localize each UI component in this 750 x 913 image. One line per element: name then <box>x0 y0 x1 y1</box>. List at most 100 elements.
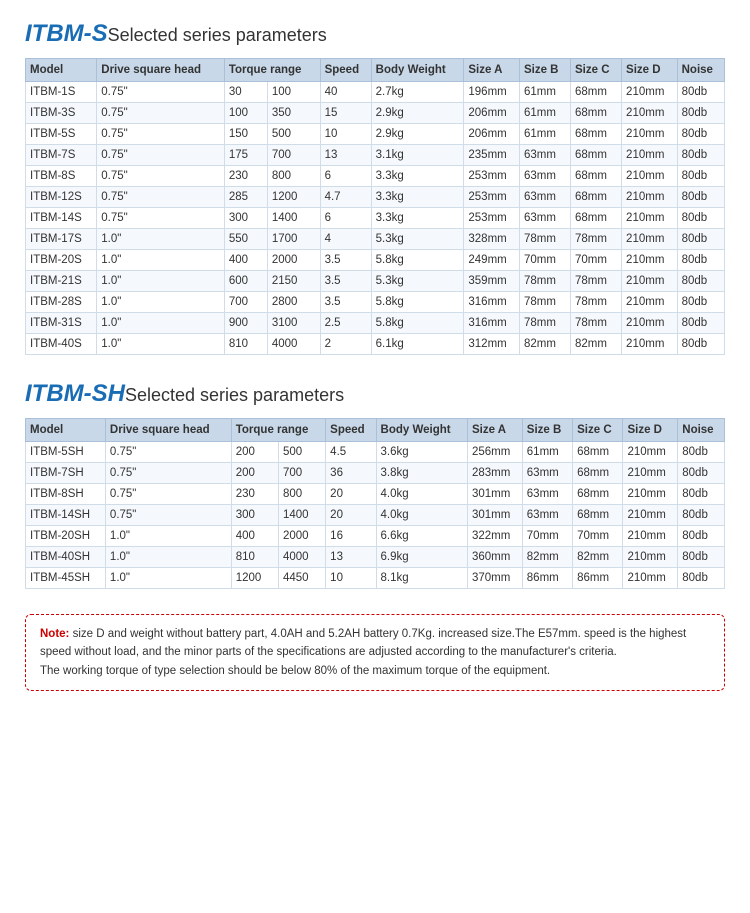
table-cell: 300 <box>224 208 267 229</box>
table-cell: 0.75" <box>97 208 225 229</box>
table-cell: 400 <box>231 526 278 547</box>
table-cell: 210mm <box>622 82 678 103</box>
table-cell: 30 <box>224 82 267 103</box>
table-cell: 2 <box>320 334 371 355</box>
table-cell: ITBM-12S <box>26 187 97 208</box>
section1-brand: ITBM-S <box>25 20 108 47</box>
table-cell: 68mm <box>573 505 623 526</box>
section1-desc: Selected series parameters <box>108 25 327 45</box>
table-cell: 196mm <box>464 82 520 103</box>
table-cell: 4.5 <box>326 442 376 463</box>
table-cell: 61mm <box>519 82 570 103</box>
header-speed: Speed <box>326 419 376 442</box>
table-cell: 36 <box>326 463 376 484</box>
table-row: ITBM-5S0.75"150500102.9kg206mm61mm68mm21… <box>26 124 725 145</box>
table-cell: 80db <box>678 505 725 526</box>
table-cell: 2150 <box>267 271 320 292</box>
table-cell: 210mm <box>622 313 678 334</box>
header-size-d: Size D <box>623 419 678 442</box>
table-cell: 63mm <box>522 484 572 505</box>
table-cell: ITBM-7S <box>26 145 97 166</box>
table-cell: ITBM-28S <box>26 292 97 313</box>
table-cell: 0.75" <box>97 187 225 208</box>
table-cell: 301mm <box>467 505 522 526</box>
table-cell: ITBM-14SH <box>26 505 106 526</box>
table-cell: 210mm <box>622 250 678 271</box>
table-cell: 0.75" <box>105 484 231 505</box>
table-cell: 370mm <box>467 568 522 589</box>
table-cell: 78mm <box>519 229 570 250</box>
table-cell: 13 <box>320 145 371 166</box>
table-cell: 80db <box>678 568 725 589</box>
table-cell: 3.1kg <box>371 145 464 166</box>
table-cell: 328mm <box>464 229 520 250</box>
table-cell: 80db <box>677 166 724 187</box>
table-cell: 1700 <box>267 229 320 250</box>
table-cell: 500 <box>267 124 320 145</box>
table-cell: 200 <box>231 442 278 463</box>
table-cell: 210mm <box>623 505 678 526</box>
table-cell: 301mm <box>467 484 522 505</box>
table-cell: 700 <box>224 292 267 313</box>
section1-wrapper: ITBM-SSelected series parameters Model D… <box>25 20 725 355</box>
table-cell: 68mm <box>571 103 622 124</box>
header-size-d: Size D <box>622 59 678 82</box>
header-model: Model <box>26 59 97 82</box>
table-row: ITBM-40SH1.0"8104000136.9kg360mm82mm82mm… <box>26 547 725 568</box>
table-cell: 2.7kg <box>371 82 464 103</box>
header-size-a: Size A <box>464 59 520 82</box>
table-cell: 2800 <box>267 292 320 313</box>
table-cell: ITBM-5SH <box>26 442 106 463</box>
table-cell: 15 <box>320 103 371 124</box>
table-cell: 206mm <box>464 103 520 124</box>
table-cell: 86mm <box>573 568 623 589</box>
table-cell: 6.9kg <box>376 547 467 568</box>
table-cell: 175 <box>224 145 267 166</box>
table-cell: 80db <box>677 103 724 124</box>
table-cell: 0.75" <box>97 145 225 166</box>
table-cell: 0.75" <box>97 103 225 124</box>
table-cell: 100 <box>267 82 320 103</box>
header-torque: Torque range <box>224 59 320 82</box>
note-text2: The working torque of type selection sho… <box>40 665 550 677</box>
table-cell: 550 <box>224 229 267 250</box>
table-cell: 235mm <box>464 145 520 166</box>
table-row: ITBM-14S0.75"300140063.3kg253mm63mm68mm2… <box>26 208 725 229</box>
table-cell: 68mm <box>571 124 622 145</box>
table-row: ITBM-20S1.0"40020003.55.8kg249mm70mm70mm… <box>26 250 725 271</box>
table-cell: 285 <box>224 187 267 208</box>
table-cell: 1400 <box>278 505 325 526</box>
table-cell: 5.8kg <box>371 250 464 271</box>
table-cell: 700 <box>267 145 320 166</box>
table-cell: 70mm <box>571 250 622 271</box>
table-cell: 80db <box>677 229 724 250</box>
header-weight: Body Weight <box>371 59 464 82</box>
table-cell: 68mm <box>571 82 622 103</box>
table-cell: 322mm <box>467 526 522 547</box>
section2-title: ITBM-SHSelected series parameters <box>25 380 725 408</box>
table-cell: 78mm <box>571 313 622 334</box>
table-cell: 700 <box>278 463 325 484</box>
header-size-c: Size C <box>571 59 622 82</box>
table-cell: 16 <box>326 526 376 547</box>
table-cell: 3.5 <box>320 271 371 292</box>
table-cell: 68mm <box>571 166 622 187</box>
table-cell: 78mm <box>519 271 570 292</box>
header-size-a: Size A <box>467 419 522 442</box>
table-cell: 210mm <box>622 145 678 166</box>
table-cell: 4.7 <box>320 187 371 208</box>
table-cell: 1.0" <box>97 313 225 334</box>
table-cell: 68mm <box>571 208 622 229</box>
table-cell: 80db <box>677 124 724 145</box>
table-cell: 80db <box>677 334 724 355</box>
table-cell: 78mm <box>519 292 570 313</box>
table-cell: 82mm <box>573 547 623 568</box>
table-cell: 1.0" <box>97 271 225 292</box>
table-cell: 2000 <box>278 526 325 547</box>
table-cell: 68mm <box>573 463 623 484</box>
table-cell: 6 <box>320 166 371 187</box>
header-size-c: Size C <box>573 419 623 442</box>
table-cell: 78mm <box>571 292 622 313</box>
note-label: Note: <box>40 628 69 640</box>
table-cell: 359mm <box>464 271 520 292</box>
